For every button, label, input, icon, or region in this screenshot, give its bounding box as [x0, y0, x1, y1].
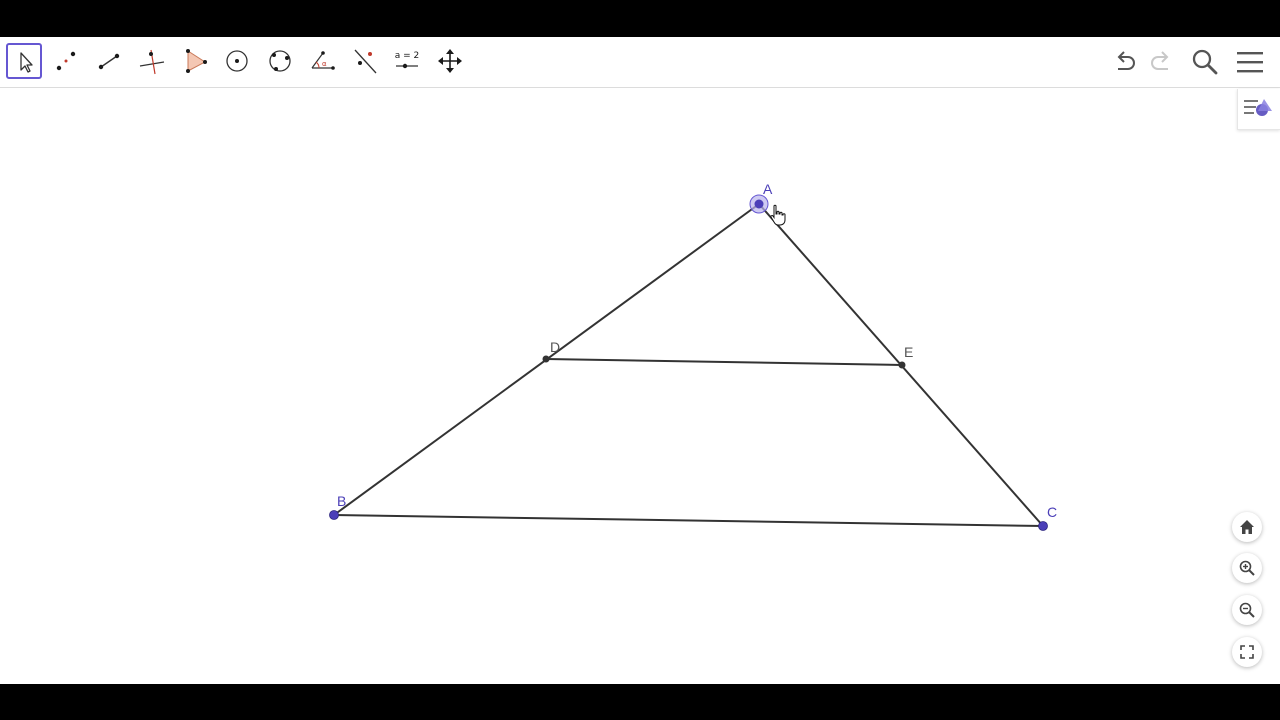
- arrow-cursor-icon: [20, 52, 33, 73]
- menu-icon: [1237, 52, 1263, 73]
- style-bar-icon: [1244, 99, 1272, 116]
- point-c-label: C: [1047, 504, 1057, 520]
- redo-button[interactable]: [1146, 47, 1176, 77]
- segment-bc[interactable]: [333, 514, 1044, 527]
- point-c[interactable]: [1038, 521, 1048, 531]
- polygon-tool[interactable]: [177, 43, 213, 79]
- hand-cursor-icon: [770, 204, 786, 226]
- points-icon: [56, 51, 76, 71]
- svg-text:α: α: [322, 60, 327, 68]
- main-menu-button[interactable]: [1235, 47, 1265, 77]
- home-icon: [1240, 520, 1254, 534]
- point-e-label: E: [904, 344, 913, 360]
- segment-de[interactable]: [545, 358, 903, 366]
- circle-center-icon: [226, 50, 248, 72]
- undo-button[interactable]: [1110, 47, 1140, 77]
- point-d[interactable]: [542, 355, 550, 363]
- slider-icon: a = 2: [395, 51, 420, 69]
- circle-center-point-tool[interactable]: [219, 43, 255, 79]
- point-e[interactable]: [898, 361, 906, 369]
- undo-icon: [1117, 51, 1135, 70]
- perpendicular-icon: [139, 49, 165, 75]
- point-b-label: B: [337, 493, 346, 509]
- move-graphics-view-tool[interactable]: [432, 43, 468, 79]
- circle-through-points-tool[interactable]: [262, 43, 298, 79]
- point-a[interactable]: [749, 194, 769, 214]
- slider-icon-label: a = 2: [395, 51, 420, 61]
- segment-icon: [98, 53, 120, 70]
- angle-tool[interactable]: α: [304, 43, 340, 79]
- search-icon: [1192, 49, 1218, 75]
- zoom-out-icon: [1239, 602, 1255, 618]
- fullscreen-button[interactable]: [1232, 637, 1262, 667]
- point-d-label: D: [550, 339, 560, 355]
- fullscreen-icon: [1240, 645, 1254, 659]
- segment-tool[interactable]: [91, 43, 127, 79]
- slider-tool[interactable]: a = 2: [389, 43, 425, 79]
- zoom-in-icon: [1239, 560, 1255, 576]
- geogebra-app: α a = 2 A B C D E: [0, 37, 1280, 684]
- toolbar: α a = 2: [0, 37, 1280, 88]
- search-button[interactable]: [1190, 47, 1220, 77]
- point-tool[interactable]: [48, 43, 84, 79]
- perpendicular-line-tool[interactable]: [134, 43, 170, 79]
- home-button[interactable]: [1232, 512, 1262, 542]
- move-arrows-icon: [438, 49, 462, 73]
- point-b[interactable]: [329, 510, 339, 520]
- polygon-icon: [186, 49, 207, 73]
- point-a-label: A: [763, 181, 773, 197]
- circle-three-points-icon: [269, 50, 291, 72]
- move-tool[interactable]: [6, 43, 42, 79]
- reflect-tool[interactable]: [347, 43, 383, 79]
- angle-icon: α: [311, 51, 335, 70]
- redo-icon: [1151, 51, 1169, 70]
- zoom-in-button[interactable]: [1232, 553, 1262, 583]
- style-bar-toggle[interactable]: [1237, 89, 1280, 130]
- zoom-out-button[interactable]: [1232, 595, 1262, 625]
- reflect-icon: [354, 49, 377, 74]
- graphics-view[interactable]: A B C D E: [0, 88, 1280, 684]
